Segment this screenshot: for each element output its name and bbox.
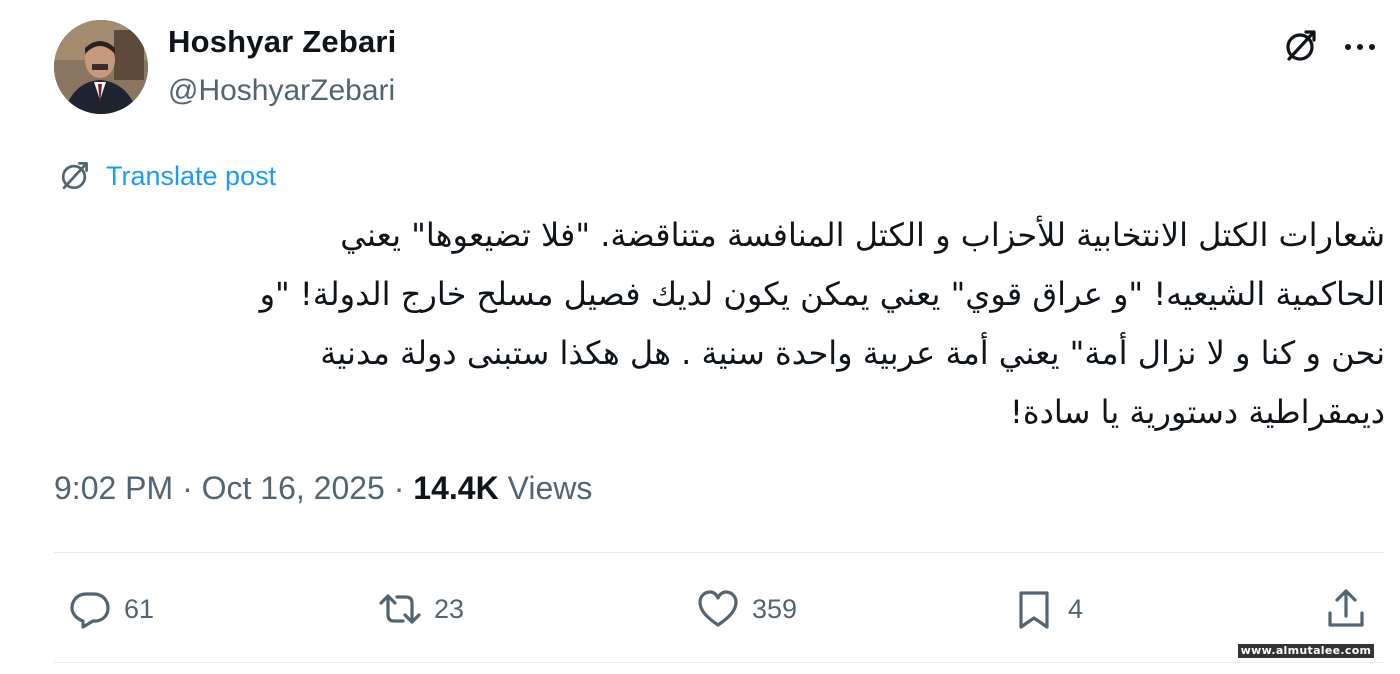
tweet-text-line: شعارات الكتل الانتخابية للأحزاب و الكتل … <box>340 216 1385 254</box>
post-time[interactable]: 9:02 PM <box>54 470 173 506</box>
avatar[interactable] <box>54 20 148 114</box>
views-label: Views <box>507 470 593 506</box>
watermark: www.almutalee.com <box>1238 644 1374 658</box>
avatar-image <box>54 20 148 114</box>
tweet-card: Hoshyar Zebari @HoshyarZebari Translate … <box>0 0 1400 674</box>
tweet-text-line: ديمقراطية دستورية يا سادة! <box>1009 393 1385 431</box>
like-button[interactable]: 359 <box>696 586 797 632</box>
translate-post-label: Translate post <box>106 160 277 191</box>
repost-count: 23 <box>434 593 465 624</box>
tweet-text-line: الحاكمية الشيعيه! "و عراق قوي" يعني يمكن… <box>259 275 1385 313</box>
meta-separator: · <box>182 470 193 506</box>
translate-post-button[interactable]: Translate post <box>56 156 276 196</box>
repost-button[interactable]: 23 <box>378 586 464 632</box>
author-handle[interactable]: @HoshyarZebari <box>168 74 395 108</box>
bookmark-button[interactable]: 4 <box>1012 586 1083 632</box>
views-count: 14.4K <box>413 470 499 506</box>
reply-button[interactable]: 61 <box>68 586 154 632</box>
post-date[interactable]: Oct 16, 2025 <box>202 470 385 506</box>
divider <box>54 662 1384 663</box>
tweet-meta: 9:02 PM · Oct 16, 2025 · 14.4K Views <box>54 470 592 507</box>
more-icon[interactable] <box>1340 30 1380 64</box>
like-count: 359 <box>752 593 798 624</box>
grok-translate-icon <box>61 162 88 190</box>
tweet-text: شعارات الكتل الانتخابية للأحزاب و الكتل … <box>40 206 1385 442</box>
divider <box>54 552 1384 553</box>
reply-count: 61 <box>124 593 155 624</box>
repost-icon <box>379 594 421 624</box>
author-name[interactable]: Hoshyar Zebari <box>168 24 397 60</box>
bookmark-count: 4 <box>1068 593 1084 624</box>
share-icon <box>1328 589 1364 627</box>
share-button[interactable] <box>1324 586 1380 632</box>
tweet-text-line: نحن و كنا و لا نزال أمة" يعني أمة عربية … <box>320 334 1385 372</box>
grok-icon[interactable] <box>1280 26 1320 66</box>
heart-icon <box>698 590 738 627</box>
bookmark-icon <box>1019 591 1049 629</box>
reply-icon <box>70 592 110 629</box>
meta-separator: · <box>393 470 405 506</box>
